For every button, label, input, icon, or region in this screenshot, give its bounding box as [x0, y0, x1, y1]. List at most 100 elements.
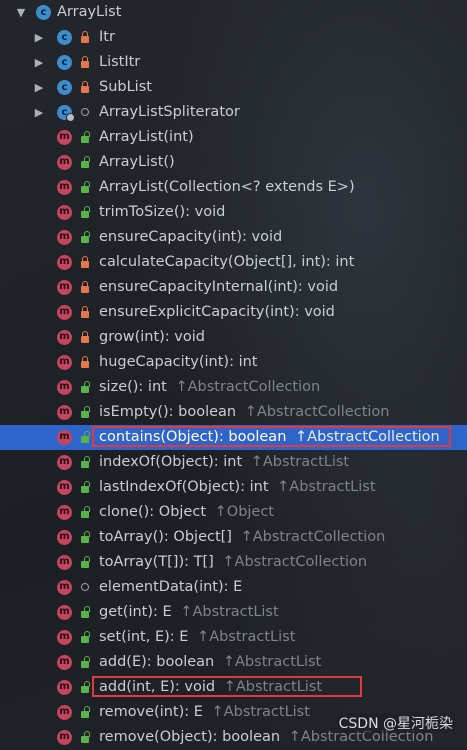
tree-method-row[interactable]: m toArray(): Object[] ↑AbstractCollection: [0, 525, 467, 550]
method-label: ensureExplicitCapacity(int): void: [99, 300, 335, 325]
inherited-arrow-icon: ↑: [244, 404, 257, 420]
inner-class-label: ListItr: [99, 54, 141, 70]
method-icon: m: [57, 380, 72, 395]
inherited-arrow-icon: ↑: [295, 429, 308, 445]
chevron-right-icon[interactable]: ▶: [33, 25, 45, 50]
method-label: isEmpty(): boolean ↑AbstractCollection: [99, 400, 389, 425]
method-icon: m: [57, 230, 72, 245]
tree-method-row[interactable]: m size(): int ↑AbstractCollection: [0, 375, 467, 400]
method-signature: add(E): boolean: [99, 654, 215, 670]
method-label: elementData(int): E: [99, 575, 242, 600]
method-label: size(): int ↑AbstractCollection: [99, 375, 320, 400]
visibility-icon: [78, 150, 92, 175]
chevron-right-icon[interactable]: ▶: [33, 75, 45, 100]
tree-method-row[interactable]: m toArray(T[]): T[] ↑AbstractCollection: [0, 550, 467, 575]
lock-icon: [81, 56, 89, 68]
method-label: ArrayList(Collection<? extends E>): [99, 175, 355, 200]
method-signature: elementData(int): E: [99, 579, 243, 595]
inner-class-label: ArrayListSpliterator: [99, 104, 240, 120]
tree-method-row[interactable]: m hugeCapacity(int): int: [0, 350, 467, 375]
method-signature: get(int): E: [99, 604, 172, 620]
method-icon: m: [57, 305, 72, 320]
inherited-from: AbstractCollection: [307, 429, 440, 445]
method-label: calculateCapacity(Object[], int): int: [99, 250, 354, 275]
tree-inner-class-row[interactable]: ▶ c SubList: [0, 75, 467, 100]
inherited-arrow-icon: ↑: [288, 729, 301, 745]
visibility-icon: [78, 650, 92, 675]
unlock-icon: [81, 656, 90, 668]
tree-root-row[interactable]: ▼ c ArrayList: [0, 0, 467, 25]
inherited-from: AbstractList: [223, 704, 310, 720]
tree-method-row[interactable]: m get(int): E ↑AbstractList: [0, 600, 467, 625]
method-label: remove(int): E ↑AbstractList: [99, 700, 310, 725]
unlock-icon: [81, 606, 90, 618]
method-label: grow(int): void: [99, 325, 205, 350]
tree-method-row[interactable]: m grow(int): void: [0, 325, 467, 350]
inherited-arrow-icon: ↑: [240, 529, 253, 545]
tree-method-row[interactable]: m isEmpty(): boolean ↑AbstractCollection: [0, 400, 467, 425]
class-icon: c: [36, 5, 51, 20]
method-signature: set(int, E): E: [99, 629, 189, 645]
visibility-icon: [78, 275, 92, 300]
method-signature: clone(): Object: [99, 504, 207, 520]
tree-method-row[interactable]: m contains(Object): boolean ↑AbstractColl…: [0, 425, 467, 450]
tree-method-row[interactable]: m ArrayList(int): [0, 125, 467, 150]
method-signature: ArrayList(Collection<? extends E>): [99, 179, 355, 195]
tree-method-row[interactable]: m trimToSize(): void: [0, 200, 467, 225]
visibility-icon: [78, 325, 92, 350]
tree-inner-class-row[interactable]: ▶ c ListItr: [0, 50, 467, 75]
method-signature: toArray(): Object[]: [99, 529, 232, 545]
method-signature: lastIndexOf(Object): int: [99, 479, 269, 495]
package-visibility-icon: [81, 108, 89, 116]
visibility-icon: [78, 550, 92, 575]
visibility-icon: [78, 450, 92, 475]
tree-method-row[interactable]: m clone(): Object ↑Object: [0, 500, 467, 525]
tree-method-row[interactable]: m ArrayList(Collection<? extends E>): [0, 175, 467, 200]
unlock-icon: [81, 131, 90, 143]
method-label: contains(Object): boolean ↑AbstractColle…: [99, 425, 440, 450]
method-icon: m: [57, 180, 72, 195]
tree-inner-class-row[interactable]: ▶ c ArrayListSpliterator: [0, 100, 467, 125]
inner-class-label: SubList: [99, 79, 152, 95]
tree-method-row[interactable]: m lastIndexOf(Object): int ↑AbstractList: [0, 475, 467, 500]
method-icon: m: [57, 405, 72, 420]
inherited-from: AbstractList: [289, 479, 376, 495]
inner-class-label: Itr: [99, 29, 115, 45]
method-label: ArrayList(): [99, 150, 175, 175]
tree-method-row[interactable]: m elementData(int): E: [0, 575, 467, 600]
tree-method-row[interactable]: m indexOf(Object): int ↑AbstractList: [0, 450, 467, 475]
tree-method-row[interactable]: m set(int, E): E ↑AbstractList: [0, 625, 467, 650]
tree-method-row[interactable]: m ensureExplicitCapacity(int): void: [0, 300, 467, 325]
method-icon: m: [57, 505, 72, 520]
chevron-down-icon[interactable]: ▼: [15, 0, 27, 25]
method-signature: ensureCapacityInternal(int): void: [99, 279, 339, 295]
tree-method-row[interactable]: m add(int, E): void ↑AbstractList: [0, 675, 467, 700]
chevron-right-icon[interactable]: ▶: [33, 50, 45, 75]
unlock-icon: [81, 706, 90, 718]
watermark-text: CSDN @星河栀染: [336, 713, 455, 733]
visibility-icon: [78, 425, 92, 450]
tree-method-row[interactable]: m calculateCapacity(Object[], int): int: [0, 250, 467, 275]
lock-icon: [81, 81, 89, 93]
visibility-icon: [78, 525, 92, 550]
method-icon: m: [57, 705, 72, 720]
inherited-arrow-icon: ↑: [223, 679, 236, 695]
unlock-icon: [81, 681, 90, 693]
visibility-icon: [78, 50, 92, 75]
visibility-icon: [78, 250, 92, 275]
inherited-from: AbstractList: [192, 604, 279, 620]
chevron-right-icon[interactable]: ▶: [33, 100, 45, 125]
structure-tree[interactable]: ▼ c ArrayList ▶ c Itr ▶ c ListItr ▶ c SubList ▶ c A…: [0, 0, 467, 750]
method-icon: m: [57, 255, 72, 270]
tree-inner-class-row[interactable]: ▶ c Itr: [0, 25, 467, 50]
tree-method-row[interactable]: m ensureCapacity(int): void: [0, 225, 467, 250]
lock-icon: [81, 256, 89, 268]
tree-method-row[interactable]: m add(E): boolean ↑AbstractList: [0, 650, 467, 675]
method-signature: hugeCapacity(int): int: [99, 354, 258, 370]
visibility-icon: [78, 300, 92, 325]
tree-method-row[interactable]: m ensureCapacityInternal(int): void: [0, 275, 467, 300]
visibility-icon: [78, 375, 92, 400]
tree-method-row[interactable]: m ArrayList(): [0, 150, 467, 175]
method-signature: ArrayList(int): [99, 129, 194, 145]
unlock-icon: [81, 531, 90, 543]
